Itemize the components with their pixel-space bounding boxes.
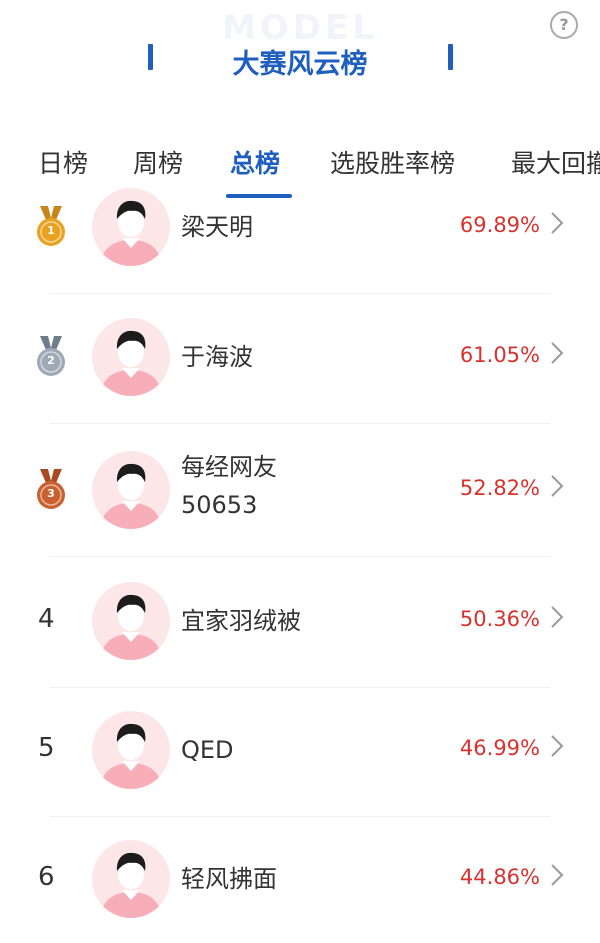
win-rate-value: 44.86% (459, 865, 540, 889)
chevron-right-icon[interactable] (550, 341, 564, 371)
player-name-line: 于海波 (181, 343, 253, 371)
chevron-right-icon[interactable] (550, 605, 564, 635)
row-divider (50, 687, 550, 688)
rank-number: 5 (38, 733, 55, 763)
win-rate-value: 61.05% (459, 343, 540, 367)
ranking-tabs: 日榜 周榜 总榜 选股胜率榜 最大回撤 (0, 130, 600, 200)
player-name-line-2: 50653 (181, 491, 258, 519)
medal-rank-number: 3 (47, 487, 55, 500)
row-divider (50, 556, 550, 557)
medal-rank-number: 2 (47, 354, 55, 367)
avatar[interactable] (92, 318, 170, 396)
active-tab-indicator (226, 194, 292, 198)
avatar[interactable] (92, 711, 170, 789)
rank-number: 4 (38, 604, 55, 634)
chevron-right-icon[interactable] (550, 211, 564, 241)
rank-number: 6 (38, 862, 55, 892)
chevron-right-icon[interactable] (550, 863, 564, 893)
player-name-line: 梁天明 (181, 213, 253, 241)
help-icon[interactable]: ? (550, 11, 578, 39)
chevron-right-icon[interactable] (550, 734, 564, 764)
medal-rank-number: 1 (47, 224, 55, 237)
win-rate-value: 46.99% (459, 736, 540, 760)
tab-overall[interactable]: 总榜 (230, 144, 280, 180)
win-rate-value: 52.82% (459, 476, 540, 500)
avatar[interactable] (92, 840, 170, 918)
player-name: 梁天明 (181, 208, 253, 246)
player-name-line: QED (181, 736, 234, 764)
win-rate-value: 69.89% (459, 213, 540, 237)
page-title: 大赛风云榜 (232, 49, 368, 80)
avatar[interactable] (92, 188, 170, 266)
avatar[interactable] (92, 582, 170, 660)
player-name-line: 每经网友 (181, 453, 277, 481)
player-name-line: 宜家羽绒被 (181, 607, 301, 635)
gold-medal-icon: 1 (34, 206, 68, 248)
player-name: 轻风拂面 (181, 860, 277, 898)
tab-daily[interactable]: 日榜 (38, 144, 88, 180)
tab-max-drawdown[interactable]: 最大回撤 (511, 144, 600, 180)
player-name-line: 轻风拂面 (181, 865, 277, 893)
tab-win-rate[interactable]: 选股胜率榜 (330, 144, 455, 180)
player-name: 宜家羽绒被 (181, 602, 301, 640)
chevron-right-icon[interactable] (550, 474, 564, 504)
silver-medal-icon: 2 (34, 336, 68, 378)
row-divider (50, 293, 550, 294)
row-divider (50, 423, 550, 424)
tab-weekly[interactable]: 周榜 (133, 144, 183, 180)
player-name: QED (181, 731, 234, 769)
header: MODEL 大赛风云榜 ? (0, 0, 600, 120)
avatar[interactable] (92, 451, 170, 529)
player-name: 每经网友 50653 (181, 448, 277, 524)
bronze-medal-icon: 3 (34, 469, 68, 511)
title-bar-right (448, 44, 453, 70)
player-name: 于海波 (181, 338, 253, 376)
row-divider (50, 816, 550, 817)
win-rate-value: 50.36% (459, 607, 540, 631)
